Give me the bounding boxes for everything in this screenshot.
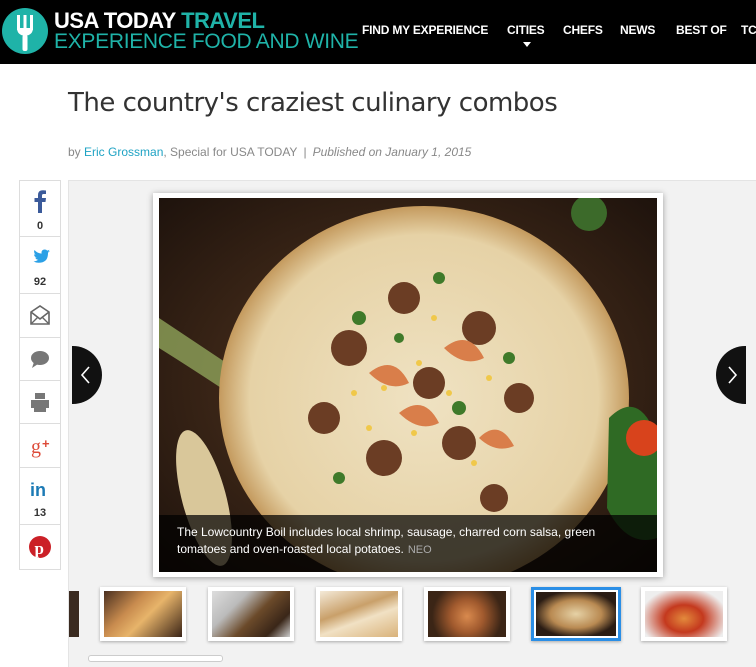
nav-news[interactable]: NEWS xyxy=(620,23,655,37)
fork-logo-icon[interactable] xyxy=(2,8,48,54)
email-icon xyxy=(30,305,50,325)
svg-text:+: + xyxy=(42,436,50,451)
twitter-count: 92 xyxy=(33,276,47,288)
thumbnail-image xyxy=(104,591,182,637)
twitter-icon xyxy=(33,249,50,263)
author-link[interactable]: Eric Grossman xyxy=(84,145,163,159)
page-title: The country's craziest culinary combos xyxy=(68,88,558,118)
thumbnail-image xyxy=(69,591,79,637)
pinterest-icon: p xyxy=(29,536,51,558)
byline-affiliation: , Special for USA TODAY xyxy=(163,145,298,159)
nav-find-my-experience[interactable]: FIND MY EXPERIENCE xyxy=(362,23,488,37)
print-icon xyxy=(31,393,49,412)
thumbnail-2[interactable] xyxy=(208,587,294,641)
facebook-share-button[interactable]: 0 xyxy=(20,181,60,237)
linkedin-share-button[interactable]: in 13 xyxy=(20,468,60,525)
nav-best-of[interactable]: BEST OF xyxy=(676,23,727,37)
print-button[interactable] xyxy=(20,381,60,424)
nav-chefs[interactable]: CHEFS xyxy=(563,23,603,37)
linkedin-count: 13 xyxy=(33,507,47,519)
thumbnail-image xyxy=(320,591,398,637)
thumbnail-partial[interactable] xyxy=(69,587,79,641)
facebook-count: 0 xyxy=(36,220,44,232)
thumbnail-image xyxy=(645,591,723,637)
share-rail: 0 92 g + in 13 p xyxy=(19,180,61,570)
byline-separator: | xyxy=(303,145,307,159)
byline-prefix: by xyxy=(68,145,85,159)
twitter-share-button[interactable]: 92 xyxy=(20,237,60,294)
thumbnail-image xyxy=(428,591,506,637)
svg-text:g: g xyxy=(31,436,41,458)
site-header: USA TODAY TRAVEL EXPERIENCE FOOD AND WIN… xyxy=(0,0,756,64)
thumbnail-3[interactable] xyxy=(316,587,402,641)
thumbnail-scrollbar[interactable] xyxy=(70,655,756,663)
brand-subtitle: EXPERIENCE FOOD AND WINE xyxy=(54,30,359,53)
thumbnail-6[interactable] xyxy=(641,587,727,641)
svg-text:p: p xyxy=(35,539,44,558)
thumbnail-4[interactable] xyxy=(424,587,510,641)
email-share-button[interactable] xyxy=(20,294,60,338)
scrollbar-handle[interactable] xyxy=(88,655,223,662)
thumbnail-image xyxy=(536,592,616,636)
chevron-right-icon xyxy=(728,366,738,384)
publish-date: Published on January 1, 2015 xyxy=(312,145,472,159)
byline: by Eric Grossman, Special for USA TODAY |… xyxy=(68,145,471,159)
photo-credit: NEO xyxy=(407,544,432,556)
pinterest-share-button[interactable]: p xyxy=(20,525,60,569)
thumbnail-5-active[interactable] xyxy=(531,587,621,641)
nav-cities-label: CITIES xyxy=(507,23,545,37)
linkedin-icon: in xyxy=(30,480,46,500)
slide-caption: The Lowcountry Boil includes local shrim… xyxy=(159,515,657,572)
caption-text: The Lowcountry Boil includes local shrim… xyxy=(177,525,596,556)
google-plus-icon: g + xyxy=(31,436,50,458)
nav-cities[interactable]: CITIES xyxy=(507,23,545,47)
comment-icon xyxy=(31,351,49,368)
chevron-down-icon xyxy=(523,42,531,47)
nav-more[interactable]: TC xyxy=(741,23,756,37)
google-plus-share-button[interactable]: g + xyxy=(20,424,60,468)
svg-text:in: in xyxy=(30,480,46,500)
thumbnail-1[interactable] xyxy=(100,587,186,641)
thumbnail-image xyxy=(212,591,290,637)
comment-button[interactable] xyxy=(20,338,60,381)
facebook-icon xyxy=(34,190,46,213)
chevron-left-icon xyxy=(80,366,90,384)
